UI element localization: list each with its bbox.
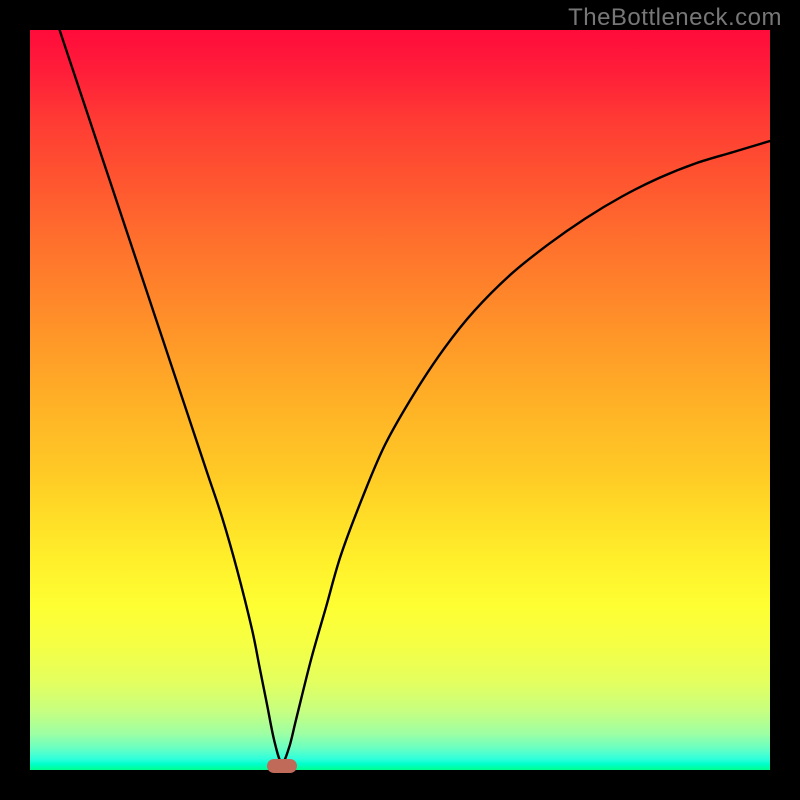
chart-frame: TheBottleneck.com: [0, 0, 800, 800]
optimum-marker: [267, 759, 297, 773]
plot-area: [30, 30, 770, 770]
bottleneck-curve: [30, 30, 770, 770]
watermark-text: TheBottleneck.com: [568, 4, 782, 32]
